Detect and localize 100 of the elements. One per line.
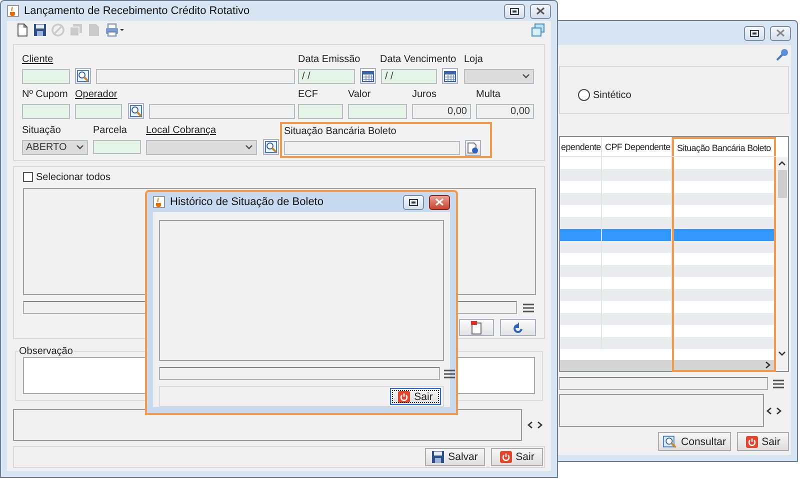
exit-button[interactable]: Sair bbox=[491, 448, 543, 466]
search-button[interactable]: Consultar bbox=[658, 432, 731, 451]
group-title: Observação bbox=[18, 346, 74, 357]
restore-button[interactable] bbox=[403, 194, 424, 210]
new-document-icon bbox=[15, 23, 29, 37]
app-icon bbox=[7, 5, 19, 17]
refresh-button[interactable] bbox=[500, 319, 536, 336]
close-icon bbox=[435, 198, 444, 206]
previous-button[interactable] bbox=[764, 406, 774, 414]
caret-icon bbox=[522, 73, 530, 79]
calendar-icon bbox=[444, 70, 456, 82]
field-label: Juros bbox=[412, 88, 436, 100]
table-row[interactable] bbox=[560, 217, 776, 229]
field-label: Data Emissão bbox=[298, 54, 360, 64]
power-icon bbox=[746, 436, 758, 448]
table-row[interactable] bbox=[560, 313, 776, 325]
field-label: Parcela bbox=[93, 124, 127, 136]
table-row[interactable] bbox=[560, 169, 776, 181]
power-icon bbox=[398, 390, 410, 402]
power-icon bbox=[500, 451, 512, 463]
text-field[interactable] bbox=[22, 104, 70, 118]
exit-button[interactable]: Sair bbox=[737, 432, 789, 451]
chevron-right-icon bbox=[776, 406, 782, 414]
checkbox[interactable] bbox=[23, 172, 33, 182]
field-label: Multa bbox=[476, 88, 500, 100]
new-button[interactable] bbox=[15, 22, 29, 38]
search-button[interactable] bbox=[128, 103, 144, 119]
vertical-scrollbar[interactable] bbox=[776, 157, 788, 371]
text-field[interactable] bbox=[159, 367, 440, 380]
print-button[interactable] bbox=[105, 22, 125, 38]
exit-button[interactable]: Sair bbox=[390, 388, 441, 405]
menu-icon bbox=[773, 378, 784, 388]
text-field[interactable] bbox=[559, 377, 768, 390]
windows-icon bbox=[531, 23, 545, 37]
table-row[interactable] bbox=[560, 193, 776, 205]
save-button[interactable]: Salvar bbox=[425, 448, 485, 466]
radio-button[interactable]: Sintético bbox=[578, 89, 632, 101]
refresh-icon bbox=[512, 322, 524, 334]
close-button[interactable] bbox=[530, 4, 551, 18]
table-row[interactable] bbox=[560, 241, 776, 253]
next-button[interactable] bbox=[535, 421, 545, 429]
save-button[interactable] bbox=[33, 22, 47, 38]
dropdown[interactable] bbox=[464, 68, 534, 84]
column-header[interactable]: ependente bbox=[560, 137, 602, 156]
text-field[interactable] bbox=[22, 68, 70, 84]
text-field[interactable]: 0,00 bbox=[476, 104, 534, 118]
horizontal-scrollbar[interactable] bbox=[560, 360, 776, 371]
text-field[interactable] bbox=[284, 141, 460, 155]
text-field[interactable] bbox=[149, 104, 295, 118]
field-link[interactable]: Cliente bbox=[22, 54, 54, 64]
column-header[interactable]: CPF Dependente bbox=[602, 137, 672, 156]
cancel-icon bbox=[51, 23, 65, 37]
chevron-left-icon bbox=[527, 421, 533, 429]
table-row[interactable] bbox=[560, 265, 776, 277]
window-title: Lançamento de Recebimento Crédito Rotativo bbox=[24, 5, 250, 17]
restore-button[interactable] bbox=[504, 4, 525, 18]
app-icon bbox=[153, 196, 165, 208]
date-field[interactable]: / / bbox=[381, 68, 437, 84]
chevron-right-icon bbox=[765, 360, 771, 368]
restore-icon bbox=[750, 30, 759, 36]
previous-button[interactable] bbox=[525, 421, 535, 429]
text-field[interactable] bbox=[298, 104, 343, 118]
table-row[interactable] bbox=[560, 229, 776, 241]
layout-button[interactable] bbox=[531, 22, 545, 38]
table-row[interactable] bbox=[560, 337, 776, 349]
scrollbar-thumb[interactable] bbox=[778, 170, 786, 198]
search-button[interactable] bbox=[75, 68, 91, 84]
dropdown[interactable]: ABERTO bbox=[22, 140, 88, 154]
chevron-up-icon bbox=[778, 160, 786, 166]
search-button[interactable] bbox=[263, 139, 279, 155]
dropdown[interactable] bbox=[146, 140, 257, 154]
menu-icon bbox=[523, 302, 534, 312]
details-button[interactable] bbox=[465, 140, 481, 156]
chevron-down-icon bbox=[778, 351, 786, 357]
close-icon bbox=[536, 7, 545, 15]
field-label: ECF bbox=[298, 88, 318, 100]
text-field[interactable] bbox=[75, 104, 122, 118]
chevron-left-icon bbox=[766, 406, 772, 414]
printer-icon bbox=[105, 23, 125, 37]
restore-button[interactable] bbox=[744, 26, 765, 40]
table-row[interactable] bbox=[560, 289, 776, 301]
caret-icon bbox=[76, 144, 84, 150]
document-icon bbox=[87, 23, 101, 37]
field-link[interactable]: Operador bbox=[75, 88, 118, 100]
field-label: Valor bbox=[348, 88, 371, 100]
pdf-button[interactable] bbox=[459, 319, 494, 336]
next-button[interactable] bbox=[774, 406, 784, 414]
text-field[interactable]: 0,00 bbox=[412, 104, 471, 118]
calendar-button[interactable] bbox=[360, 68, 376, 84]
text-field[interactable] bbox=[93, 140, 141, 154]
restore-icon bbox=[409, 198, 418, 206]
close-button[interactable] bbox=[429, 194, 450, 210]
field-link[interactable]: Local Cobrança bbox=[146, 124, 216, 136]
date-field[interactable]: / / bbox=[298, 68, 355, 84]
field-label: Situação bbox=[22, 124, 61, 136]
magnifier-icon bbox=[663, 434, 678, 448]
text-field[interactable] bbox=[348, 104, 407, 118]
checkbox-label[interactable]: Selecionar todos bbox=[36, 172, 110, 182]
text-field[interactable] bbox=[96, 68, 295, 84]
calendar-button[interactable] bbox=[442, 68, 458, 84]
